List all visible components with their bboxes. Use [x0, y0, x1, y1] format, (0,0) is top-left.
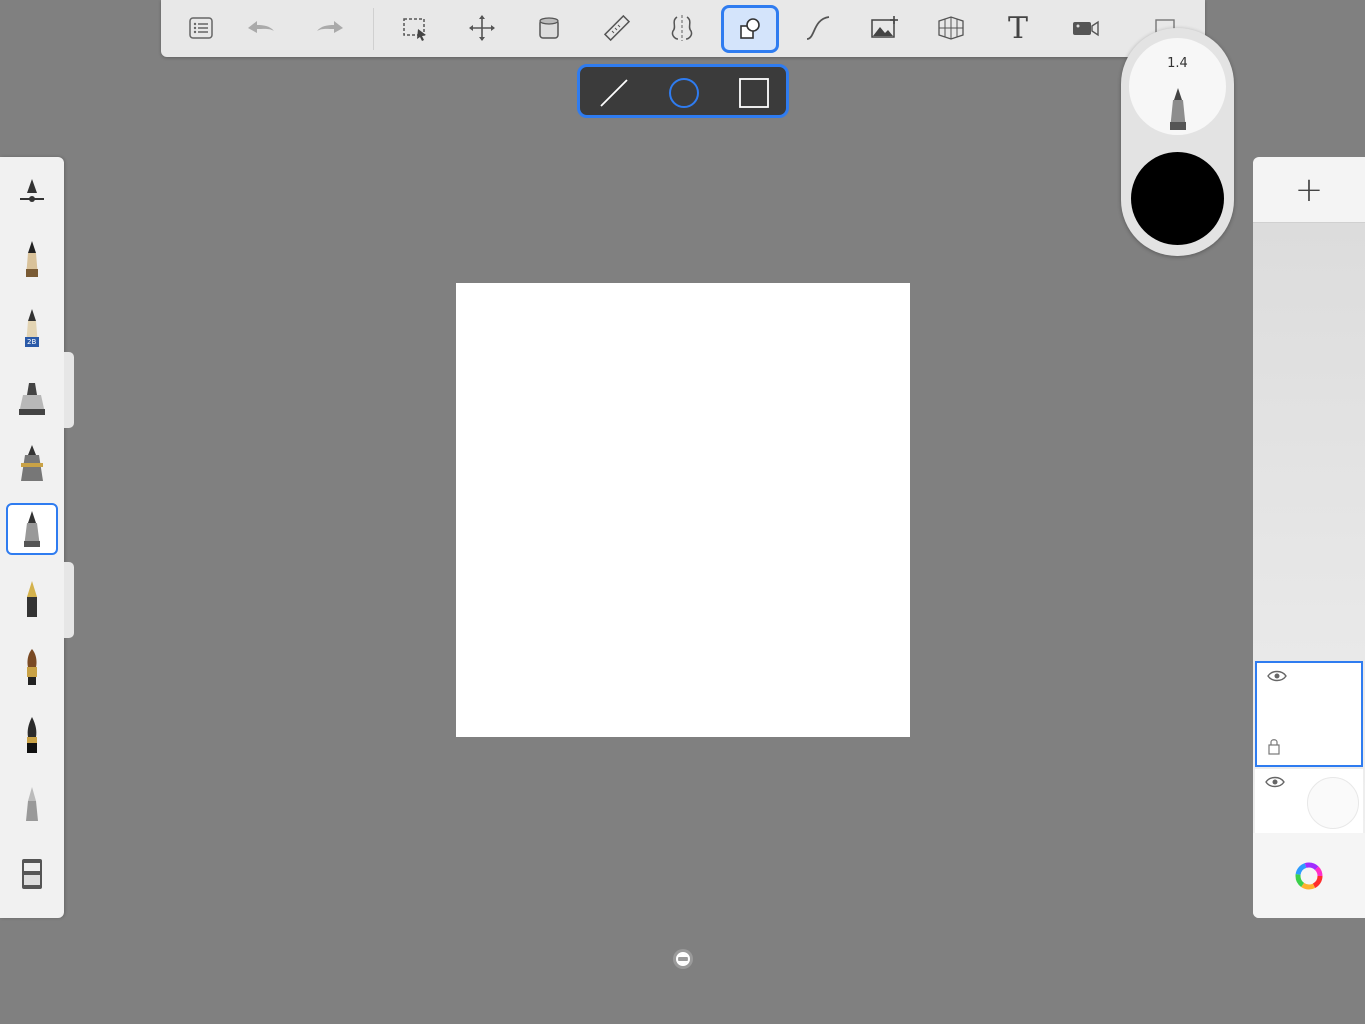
airbrush-icon[interactable] — [6, 709, 58, 761]
import-image-icon[interactable] — [860, 6, 908, 50]
brush-scroll-handle[interactable] — [64, 352, 74, 428]
color-wheel-icon — [1295, 862, 1323, 889]
pencil-icon[interactable] — [6, 233, 58, 285]
list-icon[interactable] — [177, 6, 225, 50]
plus-icon: + — [1294, 169, 1324, 210]
layer-item[interactable] — [1255, 769, 1363, 833]
undo-icon[interactable] — [237, 6, 285, 50]
smudge-icon[interactable] — [6, 777, 58, 829]
selection-icon[interactable] — [391, 6, 439, 50]
record-icon[interactable] — [1061, 6, 1109, 50]
toolbar-divider — [373, 8, 374, 50]
brush-badge: 2B — [27, 338, 37, 346]
ink-pen-icon — [1170, 88, 1186, 130]
brush-settings-icon[interactable] — [6, 165, 58, 217]
marker-icon[interactable] — [6, 371, 58, 423]
transform-icon[interactable] — [458, 6, 506, 50]
layer-item[interactable] — [1255, 661, 1363, 767]
circle-icon[interactable] — [666, 75, 702, 111]
top-toolbar: T — [161, 0, 1205, 57]
brush-scroll-handle[interactable] — [64, 562, 74, 638]
brush-size-control[interactable]: 1.4 — [1129, 38, 1226, 135]
perspective-icon[interactable] — [927, 6, 975, 50]
line-icon[interactable] — [596, 75, 632, 111]
square-icon[interactable] — [736, 75, 772, 111]
brush-puck[interactable]: 1.4 — [1121, 28, 1234, 256]
paintbrush-icon[interactable] — [6, 641, 58, 693]
symmetry-icon[interactable] — [658, 6, 706, 50]
brush-palette: 2B — [0, 157, 64, 918]
layer-thumbnail — [1307, 777, 1359, 829]
canvas-rotate-icon[interactable] — [671, 947, 695, 971]
fill-bucket-icon[interactable] — [525, 6, 573, 50]
fountain-pen-icon[interactable] — [6, 573, 58, 625]
pencil-2b-icon[interactable]: 2B — [6, 301, 58, 353]
redo-icon[interactable] — [306, 6, 354, 50]
eye-icon[interactable] — [1265, 775, 1285, 789]
text-icon[interactable]: T — [994, 6, 1042, 50]
shape-popup — [577, 64, 789, 118]
layer-panel: + — [1253, 157, 1365, 918]
ruler-icon[interactable] — [593, 6, 641, 50]
color-wheel-button[interactable] — [1253, 833, 1365, 918]
eye-icon[interactable] — [1267, 669, 1287, 683]
ink-pen-icon[interactable] — [6, 437, 58, 489]
eraser-icon[interactable] — [6, 847, 58, 899]
stroke-icon[interactable] — [794, 6, 842, 50]
drawing-canvas[interactable] — [456, 283, 910, 737]
lock-icon[interactable] — [1267, 737, 1281, 755]
add-layer-button[interactable]: + — [1253, 157, 1365, 223]
color-swatch[interactable] — [1131, 152, 1224, 245]
shape-icon[interactable] — [721, 5, 779, 53]
brush-size-value: 1.4 — [1167, 56, 1188, 71]
ballpoint-icon[interactable] — [6, 503, 58, 555]
